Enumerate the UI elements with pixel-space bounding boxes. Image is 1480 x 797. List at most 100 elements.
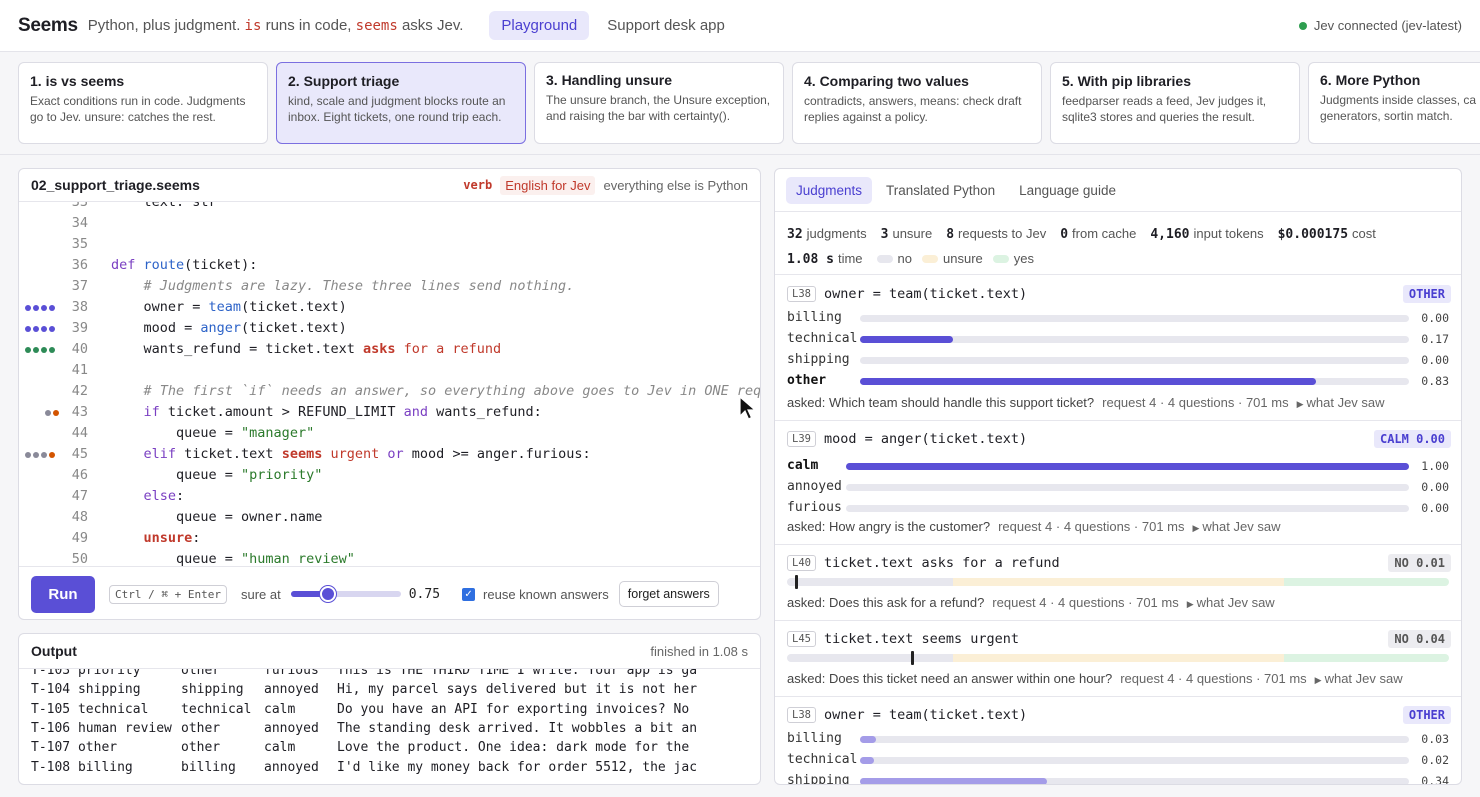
score-bar (846, 484, 1409, 491)
asked-line: asked: Does this ask for a refund? reques… (787, 595, 1275, 610)
asked-label: asked: (787, 519, 826, 534)
stat-time: 1.08 s (787, 251, 834, 267)
what-jev-saw-toggle[interactable]: ▶ what Jev saw (1193, 519, 1281, 534)
output-ticket: T-104 shipping (31, 682, 141, 698)
judgment-card[interactable]: L38 owner = team(ticket.text) OTHER billi… (775, 697, 1461, 785)
line-number: 49 (71, 530, 88, 546)
asked-question: Does this ticket need an answer within o… (828, 671, 1113, 686)
run-button[interactable]: Run (31, 575, 95, 613)
what-jev-saw-toggle[interactable]: ▶ what Jev saw (1187, 595, 1275, 610)
code-area[interactable]: 33 text: str 34 35 36 def route(ticket): … (19, 202, 760, 566)
score-bar-row: shipping 0.34 (787, 771, 1449, 785)
sure-slider[interactable] (290, 586, 401, 602)
syntax-legend: verb English for Jev everything else is … (463, 175, 748, 195)
lesson-title: 2. Support triage (288, 73, 400, 89)
lesson-card-1[interactable]: 1. is vs seems Exact conditions run in co… (18, 62, 268, 144)
stat-label: time (837, 250, 863, 266)
line-number: 50 (71, 551, 88, 566)
score-label: billing (787, 731, 842, 746)
score-bar-fill (860, 757, 874, 764)
line-ref: L45 (787, 631, 816, 647)
line-number: 47 (71, 488, 88, 504)
score-label: other (787, 373, 827, 388)
code-line: 38 owner = team(ticket.text) (19, 297, 760, 318)
output-header: Output finished in 1.08 s (19, 634, 760, 669)
lesson-card-5[interactable]: 5. With pip libraries feedparser reads a … (1050, 62, 1300, 144)
score-label: technical (787, 331, 858, 346)
score-marker (911, 651, 915, 665)
stat-label: input tokens (1193, 225, 1264, 241)
file-name: 02_support_triage.seems (31, 177, 200, 193)
slider-handle[interactable] (319, 586, 336, 602)
output-mood: calm (264, 701, 296, 717)
legend-english: English for Jev (500, 175, 596, 195)
lesson-card-3[interactable]: 3. Handling unsure The unsure branch, the… (534, 62, 784, 144)
score-bar-fill (846, 463, 1409, 470)
what-jev-saw-toggle[interactable]: ▶ what Jev saw (1297, 395, 1385, 410)
result-badge: OTHER (1402, 706, 1451, 724)
score-value: 0.02 (1421, 753, 1449, 767)
score-value: 0.34 (1421, 774, 1449, 785)
status-text: Jev connected (jev-latest) (1313, 18, 1462, 33)
score-label: calm (787, 458, 819, 473)
tagline-text: asks Jev. (401, 17, 464, 34)
output-team: technical (181, 701, 252, 717)
mouse-pointer-icon (739, 396, 757, 420)
line-ref: L38 (787, 707, 816, 723)
panel-tabs: Judgments Translated Python Language gui… (775, 169, 1461, 212)
lesson-desc: contradicts, answers, means: check draft… (804, 94, 1022, 124)
code-editor: 02_support_triage.seems verb English for… (18, 168, 761, 620)
lesson-desc: Judgments inside classes, ca properties,… (1320, 93, 1480, 123)
score-value: 0.00 (1421, 311, 1449, 325)
forget-answers-button[interactable]: forget answers (618, 581, 719, 607)
line-number: 45 (71, 446, 88, 462)
connection-status: Jev connected (jev-latest) (1298, 18, 1462, 33)
score-bar-fill (860, 378, 1316, 385)
tab-playground[interactable]: Playground (489, 11, 590, 40)
lesson-desc: feedparser reads a feed, Jev judges it, … (1062, 94, 1267, 124)
asked-line: asked: Does this ticket need an answer w… (787, 671, 1403, 686)
lesson-card-2[interactable]: 2. Support triage kind, scale and judgmen… (276, 62, 526, 144)
score-label: shipping (787, 352, 850, 367)
score-marker (794, 575, 798, 589)
score-bar (846, 463, 1409, 470)
score-bar-row: technical 0.02 (787, 750, 1449, 771)
lesson-desc: The unsure branch, the Unsure exception,… (546, 93, 771, 123)
judgment-card[interactable]: L39 mood = anger(ticket.text) CALM 0.00 c… (775, 421, 1461, 545)
lesson-card-4[interactable]: 4. Comparing two values contradicts, answ… (792, 62, 1042, 144)
tab-language-guide[interactable]: Language guide (1009, 177, 1126, 204)
score-bar-row: furious 0.00 (787, 498, 1449, 519)
code-line: 45 elif ticket.text seems urgent or mood… (19, 444, 760, 465)
legend-yes-swatch (992, 254, 1009, 263)
request-meta: request 4 · 4 questions · 701 ms (1102, 395, 1289, 410)
score-label: technical (787, 752, 858, 767)
what-jev-saw-label: what Jev saw (1196, 595, 1275, 610)
score-value: 0.17 (1421, 332, 1449, 346)
stat-judgments: 32 (787, 226, 803, 242)
lesson-desc: Exact conditions run in code. Judgments … (30, 94, 246, 124)
output-title: Output (31, 643, 77, 659)
score-label: billing (787, 310, 842, 325)
code-line: 41 (19, 360, 760, 381)
output-log[interactable]: T-103 priority other furious This is THE TH… (19, 669, 760, 784)
what-jev-saw-toggle[interactable]: ▶ what Jev saw (1315, 671, 1403, 686)
legend-python: everything else is Python (603, 177, 748, 193)
lesson-card-6[interactable]: 6. More Python Judgments inside classes, … (1308, 62, 1480, 144)
tab-judgments[interactable]: Judgments (786, 176, 873, 204)
reuse-checkbox[interactable]: ✓ (462, 587, 476, 601)
tagline-seems-keyword: seems (355, 18, 398, 34)
asked-line: asked: Which team should handle this sup… (787, 395, 1385, 410)
code-line: 37 # Judgments are lazy. These three lin… (19, 276, 760, 297)
score-bar (860, 757, 1409, 764)
score-bar-row: billing 0.00 (787, 308, 1449, 329)
tab-translated-python[interactable]: Translated Python (876, 177, 1005, 204)
output-team: other (181, 740, 221, 756)
what-jev-saw-label: what Jev saw (1306, 395, 1385, 410)
line-number: 48 (71, 509, 88, 525)
output-text: Do you have an API for exporting invoice… (337, 701, 690, 717)
tab-support-desk-app[interactable]: Support desk app (595, 11, 737, 40)
judgment-card[interactable]: L38 owner = team(ticket.text) OTHER billi… (775, 276, 1461, 421)
judgment-card[interactable]: L40 ticket.text asks for a refund NO 0.01… (775, 545, 1461, 621)
line-ref: L39 (787, 431, 816, 447)
judgment-card[interactable]: L45 ticket.text seems urgent NO 0.04 aske… (775, 621, 1461, 697)
